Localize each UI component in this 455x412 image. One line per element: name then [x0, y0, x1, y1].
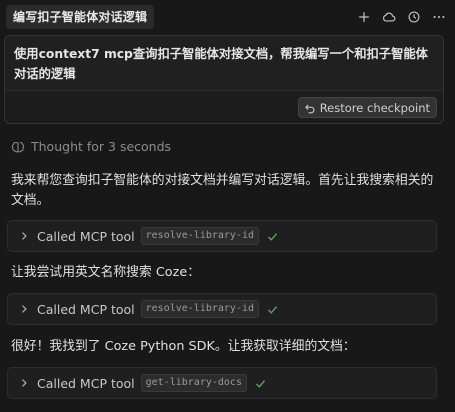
user-prompt-text: 使用context7 mcp查询扣子智能体对接文档，帮我编写一个和扣子智能体对话… — [14, 47, 428, 81]
chat-title[interactable]: 编写扣子智能体对话逻辑 — [6, 5, 155, 29]
tool-call-card[interactable]: Called MCP tool resolve-library-id — [7, 220, 437, 252]
brain-icon — [11, 141, 25, 152]
assistant-message: 很好！我找到了 Coze Python SDK。让我获取详细的文档： — [11, 339, 356, 354]
more-icon[interactable] — [431, 9, 447, 25]
user-prompt-card[interactable]: 使用context7 mcp查询扣子智能体对接文档，帮我编写一个和扣子智能体对话… — [4, 35, 444, 124]
tool-name-badge: resolve-library-id — [140, 300, 260, 318]
undo-icon — [304, 104, 315, 113]
assistant-message: 让我尝试用英文名称搜索 Coze： — [11, 265, 200, 280]
chevron-right-icon — [22, 379, 27, 387]
chat-header: 编写扣子智能体对话逻辑 — [0, 0, 455, 34]
history-icon[interactable] — [406, 9, 422, 25]
tool-name-badge: resolve-library-id — [140, 227, 260, 245]
check-icon — [267, 305, 278, 314]
tool-name-badge: get-library-docs — [140, 374, 247, 392]
restore-checkpoint-button[interactable]: Restore checkpoint — [297, 97, 437, 118]
check-icon — [267, 232, 278, 241]
tool-call-label: Called MCP tool — [37, 301, 135, 317]
tool-call-card[interactable]: Called MCP tool resolve-library-id — [7, 293, 437, 325]
tool-call-card[interactable]: Called MCP tool get-library-docs — [7, 367, 437, 399]
check-icon — [255, 379, 266, 388]
thought-indicator[interactable]: Thought for 3 seconds — [11, 139, 171, 154]
chevron-right-icon — [22, 232, 27, 240]
thought-label: Thought for 3 seconds — [31, 139, 172, 154]
header-actions — [356, 9, 447, 25]
plus-icon[interactable] — [356, 9, 372, 25]
assistant-message: 我来帮您查询扣子智能体的对接文档并编写对话逻辑。首先让我搜索相关的文档。 — [11, 173, 434, 208]
prompt-footer: Restore checkpoint — [5, 90, 443, 123]
cloud-icon[interactable] — [381, 9, 397, 25]
chevron-right-icon — [22, 305, 27, 313]
restore-checkpoint-label: Restore checkpoint — [319, 100, 430, 115]
tool-call-label: Called MCP tool — [37, 375, 135, 391]
tool-call-label: Called MCP tool — [37, 228, 135, 244]
